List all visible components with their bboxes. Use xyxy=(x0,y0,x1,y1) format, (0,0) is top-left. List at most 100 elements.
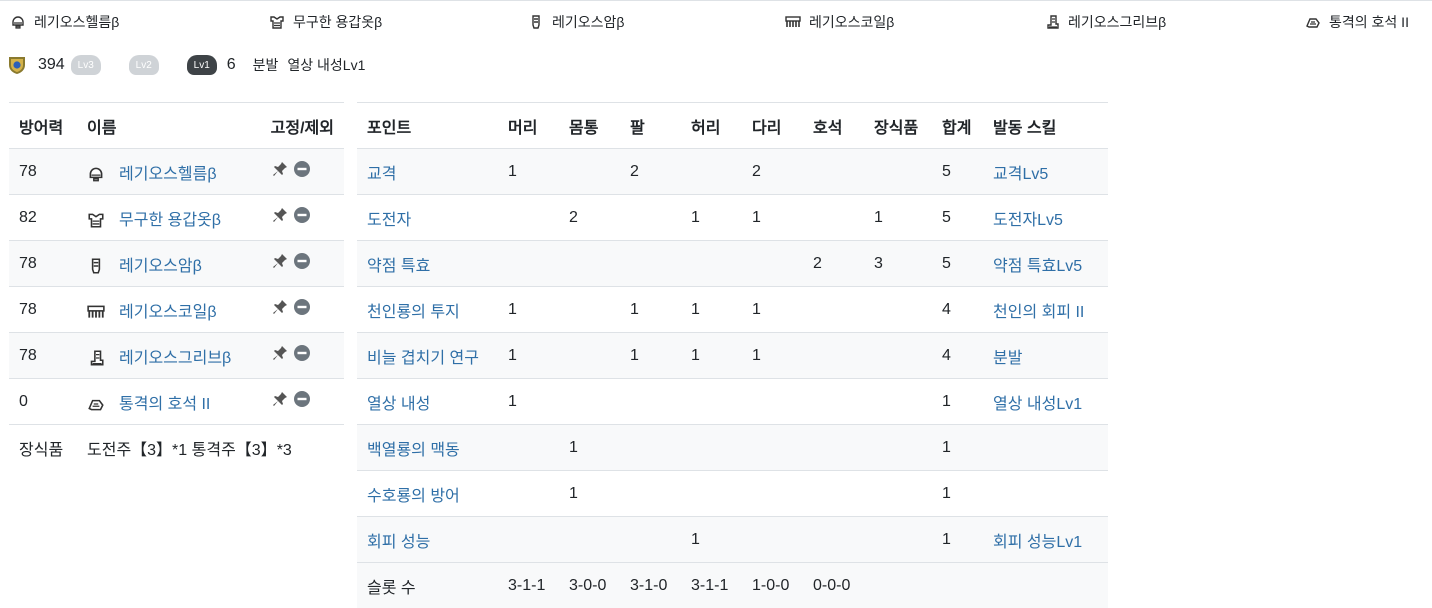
greaves-icon xyxy=(1044,14,1060,30)
exclude-icon[interactable] xyxy=(293,298,311,316)
active-skill-link[interactable]: 회피 성능Lv1 xyxy=(993,534,1082,551)
pin-icon[interactable] xyxy=(271,298,289,316)
armor-row-chest: 82 무구한 용갑옷β xyxy=(9,195,344,241)
skill-point-link[interactable]: 회피 성능 xyxy=(367,534,430,551)
charm-points xyxy=(803,517,864,563)
active-skill-link[interactable]: 천인의 회피 II xyxy=(993,304,1084,321)
skill-point-link[interactable]: 열상 내성 xyxy=(367,396,430,413)
equipment-item-helmet[interactable]: 레기오스헬름β xyxy=(10,11,119,33)
skill-row: 천인룡의 투지 1 1 1 1 4 천인의 회피 II xyxy=(357,287,1108,333)
col-fix-exclude: 고정/제외 xyxy=(261,103,344,149)
body-points xyxy=(559,379,620,425)
armor-name-link[interactable]: 레기오스헬름β xyxy=(119,166,217,183)
total-points: 5 xyxy=(932,195,983,241)
charm-points: 2 xyxy=(803,241,864,287)
leg-slots: 1-0-0 xyxy=(742,563,803,608)
pin-icon[interactable] xyxy=(271,344,289,362)
exclude-icon[interactable] xyxy=(293,344,311,362)
skill-point-link[interactable]: 수호룡의 방어 xyxy=(367,488,460,505)
skill-point-link[interactable]: 백열룡의 맥동 xyxy=(367,442,460,459)
slot-count-label: 슬롯 수 xyxy=(357,563,498,608)
charm-icon xyxy=(1305,14,1321,30)
decoration-row: 장식품 도전주【3】*1 통격주【3】*3 xyxy=(9,425,344,471)
skill-point-link[interactable]: 천인룡의 투지 xyxy=(367,304,460,321)
exclude-icon[interactable] xyxy=(293,390,311,408)
body-points xyxy=(559,287,620,333)
armor-row-legs: 78 레기오스그리브β xyxy=(9,333,344,379)
head-points: 1 xyxy=(498,333,559,379)
active-skill-link[interactable]: 열상 내성Lv1 xyxy=(993,396,1082,413)
arm-slots: 3-1-0 xyxy=(620,563,681,608)
chest-armor-icon xyxy=(87,211,105,229)
waist-points xyxy=(681,471,742,517)
active-skill-link[interactable]: 도전자Lv5 xyxy=(993,212,1063,229)
equipment-item-chest[interactable]: 무구한 용갑옷β xyxy=(269,11,382,33)
waist-points: 1 xyxy=(681,517,742,563)
decoration-label: 장식품 xyxy=(9,425,87,471)
exclude-icon[interactable] xyxy=(293,252,311,270)
armor-name-link[interactable]: 통격의 호석 II xyxy=(119,396,210,413)
head-points xyxy=(498,517,559,563)
col-head: 머리 xyxy=(498,103,559,149)
leg-points xyxy=(742,471,803,517)
armor-row-arms: 78 레기오스암β xyxy=(9,241,344,287)
build-stats: 394 Lv3 Lv2 Lv1 6 분발 열상 내성Lv1 xyxy=(8,50,365,80)
armor-defense: 78 xyxy=(9,287,87,333)
equipment-item-waist[interactable]: 레기오스코일β xyxy=(785,11,894,33)
exclude-icon[interactable] xyxy=(293,206,311,224)
body-points xyxy=(559,149,620,195)
col-total: 합계 xyxy=(932,103,983,149)
equipment-name: 레기오스암β xyxy=(552,12,624,32)
total-points: 1 xyxy=(932,517,983,563)
exclude-icon[interactable] xyxy=(293,160,311,178)
pin-icon[interactable] xyxy=(271,390,289,408)
skill-row: 교격 1 2 2 5 교격Lv5 xyxy=(357,149,1108,195)
active-skill-link[interactable]: 분발 xyxy=(993,350,1022,367)
skill-point-link[interactable]: 도전자 xyxy=(367,212,411,229)
skill-point-link[interactable]: 약점 특효 xyxy=(367,258,430,275)
armor-row-helmet: 78 레기오스헬름β xyxy=(9,149,344,195)
armor-name-link[interactable]: 레기오스코일β xyxy=(119,304,217,321)
body-slots: 3-0-0 xyxy=(559,563,620,608)
skill-row: 열상 내성 1 1 열상 내성Lv1 xyxy=(357,379,1108,425)
charm-points xyxy=(803,287,864,333)
equipment-item-legs[interactable]: 레기오스그리브β xyxy=(1044,11,1166,33)
slot-count-row: 슬롯 수 3-1-1 3-0-0 3-1-0 3-1-1 1-0-0 0-0-0 xyxy=(357,563,1108,608)
slot-lv3-badge: Lv3 xyxy=(71,55,101,75)
active-skill-tag: 분발 xyxy=(253,55,279,75)
arm-points xyxy=(620,379,681,425)
col-active-skill: 발동 스킬 xyxy=(983,103,1108,149)
active-skill-link[interactable]: 약점 특효Lv5 xyxy=(993,258,1082,275)
charm-points xyxy=(803,425,864,471)
leg-points: 1 xyxy=(742,195,803,241)
waist-coil-icon xyxy=(87,303,105,321)
pin-icon[interactable] xyxy=(271,206,289,224)
skill-table-header: 포인트 머리 몸통 팔 허리 다리 호석 장식품 합계 발동 스킬 xyxy=(357,103,1108,149)
waist-coil-icon xyxy=(785,14,801,30)
arm-guard-icon xyxy=(528,14,544,30)
equipment-item-charm[interactable]: 통격의 호석 II xyxy=(1305,11,1409,33)
col-body: 몸통 xyxy=(559,103,620,149)
armor-defense: 78 xyxy=(9,149,87,195)
helmet-icon xyxy=(87,165,105,183)
head-points xyxy=(498,241,559,287)
total-points: 4 xyxy=(932,333,983,379)
charm-slots: 0-0-0 xyxy=(803,563,864,608)
pin-icon[interactable] xyxy=(271,252,289,270)
skill-point-link[interactable]: 비늘 겹치기 연구 xyxy=(367,350,479,367)
decoration-points xyxy=(864,425,932,471)
skill-point-link[interactable]: 교격 xyxy=(367,166,396,183)
armor-defense: 78 xyxy=(9,241,87,287)
col-charm: 호석 xyxy=(803,103,864,149)
active-skill-link[interactable]: 교격Lv5 xyxy=(993,166,1048,183)
pin-icon[interactable] xyxy=(271,160,289,178)
col-leg: 다리 xyxy=(742,103,803,149)
col-decoration: 장식품 xyxy=(864,103,932,149)
col-name: 이름 xyxy=(87,103,261,149)
leg-points xyxy=(742,517,803,563)
equipment-item-arms[interactable]: 레기오스암β xyxy=(528,11,624,33)
armor-name-link[interactable]: 무구한 용갑옷β xyxy=(119,212,221,229)
skill-row: 백열룡의 맥동 1 1 xyxy=(357,425,1108,471)
armor-name-link[interactable]: 레기오스그리브β xyxy=(119,350,231,367)
armor-name-link[interactable]: 레기오스암β xyxy=(119,258,202,275)
